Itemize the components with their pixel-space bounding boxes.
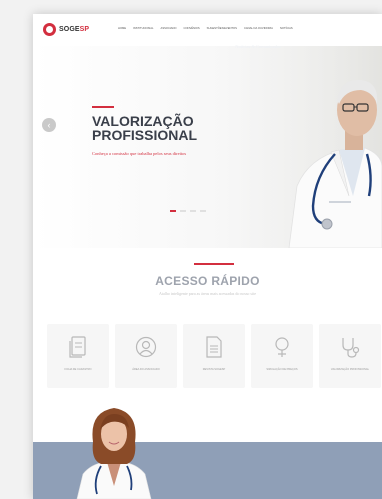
card-label: Valorização Profissional [330,368,370,371]
logo-text: SOGESP [59,26,90,33]
card-area-associado[interactable]: Área do Associado [115,324,177,388]
stethoscope-icon [342,338,360,358]
file-icon [206,336,222,358]
document-icon [69,336,86,358]
user-icon [135,336,157,358]
card-label: Área do Associado [132,368,160,371]
blog-accent-line [231,24,271,26]
quick-access-cards: Ficha de Cadastro Área do Associado Revi… [47,324,381,388]
slider-dot[interactable] [190,210,196,212]
acesso-subtitle: Atalho inteligente para as áreas mais ac… [159,291,256,296]
blog-title[interactable]: BLOG DA SOGESP [203,29,313,40]
nav-item-associado[interactable]: Associado [161,27,177,30]
doctor-woman-image [76,408,152,499]
slider-dots [170,210,206,212]
card-label: Ficha de Cadastro [64,368,92,371]
slider-dot[interactable] [180,210,186,212]
blog-subtitle: Notícias & Comunicados [235,44,281,49]
website-page: SOGESP Home Institucional Associado Conv… [33,14,382,499]
acesso-title: ACESSO RÁPIDO [155,274,260,288]
doctor-image [269,46,382,248]
hero-title: VALORIZAÇÃO PROFISSIONAL [92,113,198,143]
nav-item-convenios[interactable]: Convênios [184,27,200,30]
person-pin-icon [275,337,289,357]
slider-dot[interactable] [200,210,206,212]
slider-dot[interactable] [170,210,176,212]
nav-item-institucional[interactable]: Institucional [133,27,153,30]
card-label: Revista SOGESP [202,368,226,371]
site-logo[interactable]: SOGESP [43,23,89,36]
card-simulacao[interactable]: Simulação de Preços [251,324,313,388]
card-valorizacao[interactable]: Valorização Profissional [319,324,381,388]
prev-slide-button[interactable]: ‹ [42,118,56,132]
card-ficha-cadastro[interactable]: Ficha de Cadastro [47,324,109,388]
card-revista[interactable]: Revista SOGESP [183,324,245,388]
nav-item-home[interactable]: Home [118,27,126,30]
card-label: Simulação de Preços [266,368,298,371]
logo-mark-icon [43,23,56,36]
acesso-accent-line [194,263,234,265]
hero-banner: ‹ VALORIZAÇÃO PROFISSIONAL Conheça a com… [33,46,382,248]
hero-subtitle: Conheça a comissão que trabalha pelos se… [92,151,187,156]
hero-accent-line [92,106,114,108]
